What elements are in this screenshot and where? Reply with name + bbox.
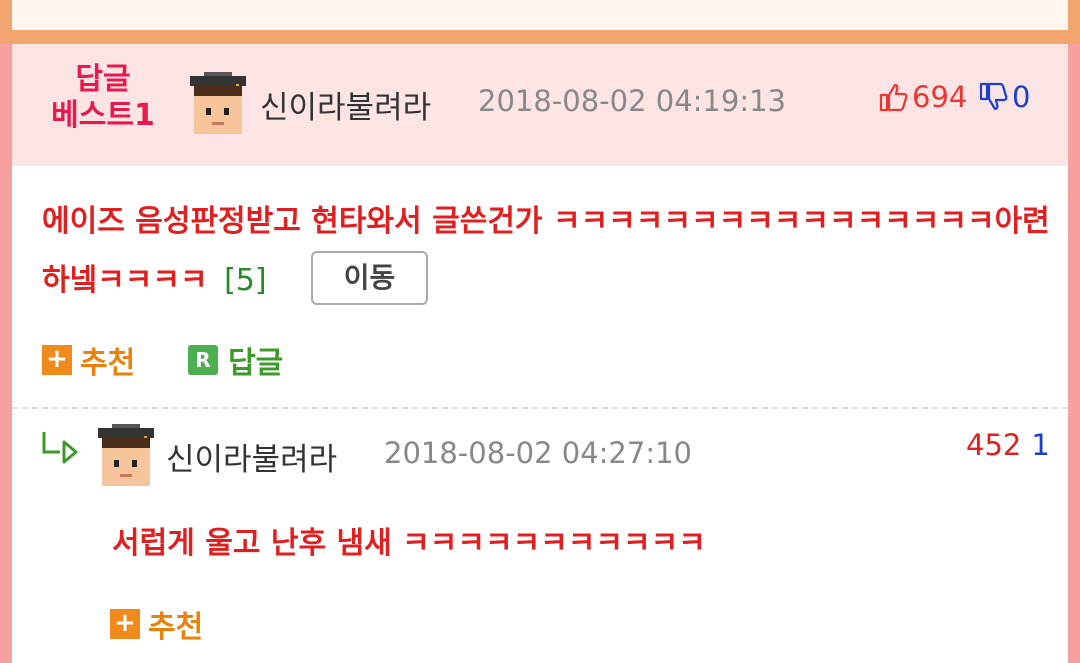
reply-author-avatar[interactable] — [98, 424, 154, 486]
move-button[interactable]: 이동 — [311, 250, 429, 305]
reply-label: 답글 — [228, 346, 284, 381]
comment-text: 에이즈 음성판정받고 현타와서 글쓴건가 ㅋㅋㅋㅋㅋㅋㅋㅋㅋㅋㅋㅋㅋㅋㅋㅋ아련하… — [42, 204, 1050, 298]
best-reply-badge: 답글 베스트1 — [40, 62, 166, 134]
reply-count[interactable]: [5] — [224, 263, 267, 298]
reply-arrow-icon — [42, 432, 78, 464]
previous-card-bottom — [12, 0, 1068, 30]
author-nickname[interactable]: 신이라불려라 — [260, 82, 431, 127]
author-avatar[interactable] — [190, 72, 246, 134]
reply-upvote-count[interactable]: 452 — [966, 428, 1021, 462]
best-comment-body: 에이즈 음성판정받고 현타와서 글쓴건가 ㅋㅋㅋㅋㅋㅋㅋㅋㅋㅋㅋㅋㅋㅋㅋㅋ아련하… — [42, 192, 1052, 310]
previous-card-edge — [0, 0, 1080, 44]
reply-r-icon: R — [188, 345, 218, 375]
upvote-count: 694 — [912, 80, 968, 114]
reply-author-nickname[interactable]: 신이라불려라 — [166, 434, 337, 479]
reply-body: 서럽게 울고 난후 냄새 ㅋㅋㅋㅋㅋㅋㅋㅋㅋㅋㅋ — [112, 526, 706, 561]
thumbs-up-icon — [879, 83, 908, 112]
downvote-button[interactable]: 0 — [978, 80, 1030, 114]
reply-downvote-count[interactable]: 1 — [1031, 428, 1049, 462]
plus-icon: + — [42, 345, 72, 375]
reply-recommend-button[interactable]: + 추천 — [110, 602, 203, 646]
reply-vote-counts: 452 1 — [966, 428, 1050, 462]
best-label-line2: 베스트1 — [51, 98, 155, 133]
recommend-button[interactable]: + 추천 — [42, 338, 135, 382]
best-comment-card: 답글 베스트1 신이라불려라 2018-08-02 04:19:13 694 0… — [0, 44, 1080, 663]
divider — [12, 407, 1068, 409]
plus-icon: + — [110, 609, 140, 639]
comment-date: 2018-08-02 04:19:13 — [478, 84, 786, 118]
best-label-line1: 답글 — [75, 62, 131, 97]
thumbs-down-icon — [979, 82, 1008, 111]
reply-date: 2018-08-02 04:27:10 — [384, 436, 692, 470]
downvote-count: 0 — [1012, 80, 1031, 114]
recommend-label: 추천 — [80, 346, 136, 381]
reply-button[interactable]: R 답글 — [188, 338, 283, 382]
upvote-button[interactable]: 694 — [878, 80, 967, 114]
reply-recommend-label: 추천 — [148, 610, 204, 645]
best-comment-header: 답글 베스트1 신이라불려라 2018-08-02 04:19:13 694 0 — [12, 44, 1068, 166]
best-comment-card-inner: 답글 베스트1 신이라불려라 2018-08-02 04:19:13 694 0… — [12, 44, 1068, 663]
